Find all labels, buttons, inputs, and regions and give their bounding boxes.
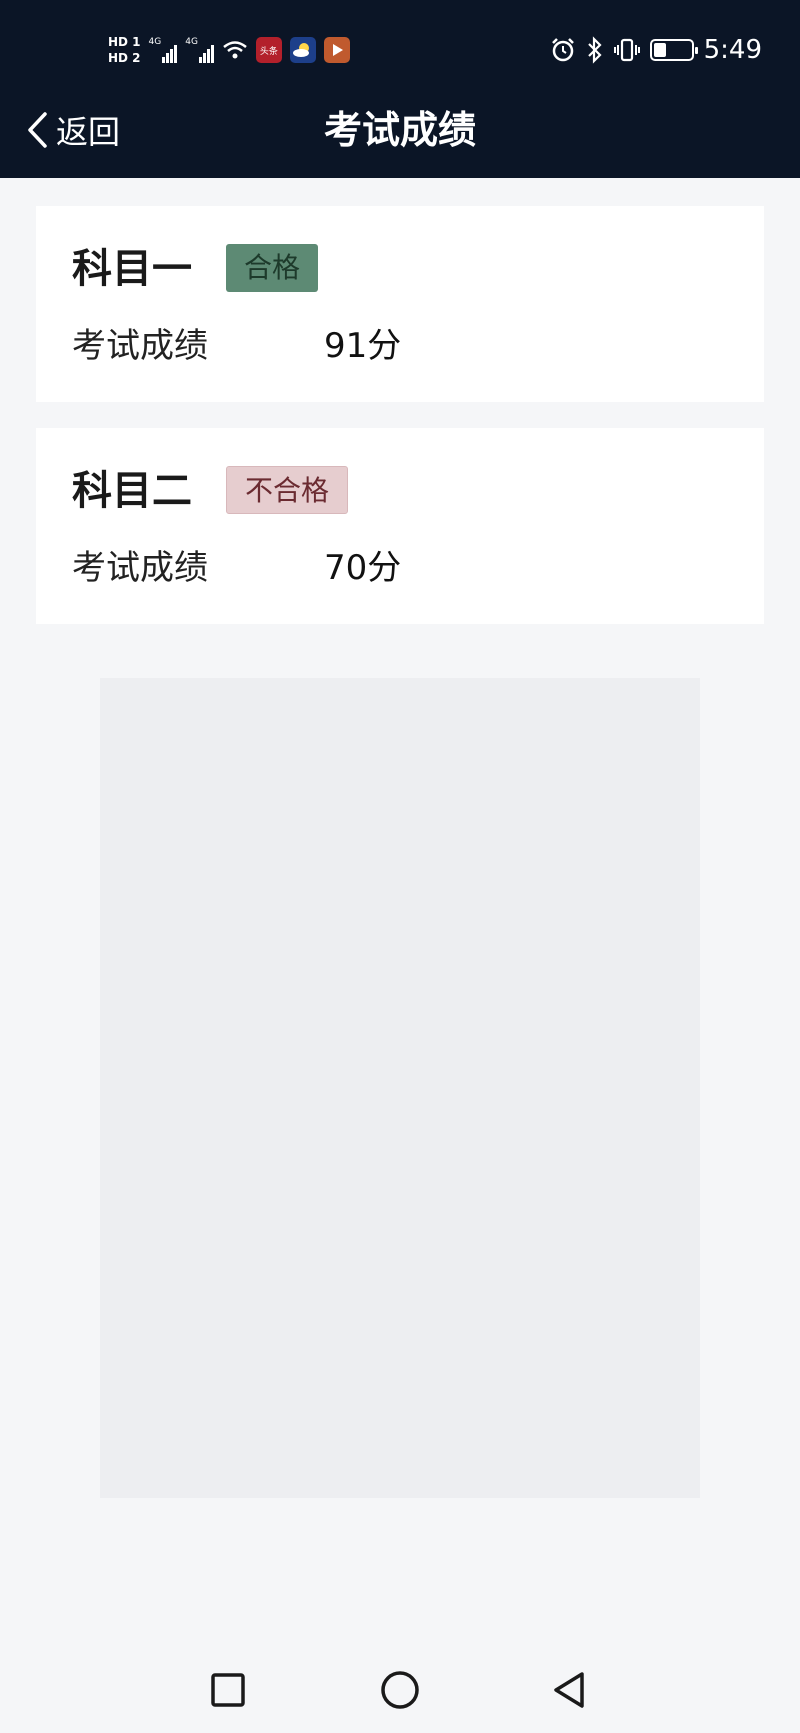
fail-badge: 不合格 — [226, 466, 349, 514]
hd-2-label: HD 2 — [108, 51, 141, 65]
hd-1-label: HD 1 — [108, 35, 141, 49]
signal-2-label: 4G — [185, 37, 198, 47]
page-title: 考试成绩 — [323, 108, 476, 152]
result-card: 科目二 不合格 考试成绩 70分 — [36, 428, 764, 624]
square-icon[interactable] — [204, 1666, 252, 1714]
vibrate-icon — [613, 38, 640, 62]
score-label: 考试成绩 — [72, 326, 208, 366]
nav-bar: 返回 考试成绩 — [0, 92, 800, 168]
background-watermark — [100, 678, 700, 1498]
video-app-icon — [323, 37, 350, 63]
subject-title: 科目一 — [72, 246, 192, 292]
battery-fill — [653, 43, 667, 57]
signal-1-label: 4G — [148, 37, 162, 47]
hd-indicator: HD 1 HD 2 — [108, 35, 141, 65]
signal-1-icon: 4G — [149, 37, 178, 63]
toutiao-app-label: 头条 — [259, 46, 278, 57]
status-bar: HD 1 HD 2 4G 4G 头条 5:49 — [0, 28, 800, 72]
result-card: 科目一 合格 考试成绩 91分 — [36, 206, 764, 402]
toutiao-app-icon: 头条 — [255, 37, 282, 63]
alarm-icon — [551, 38, 574, 62]
score-value: 91分 — [324, 326, 402, 366]
triangle-back-icon[interactable] — [546, 1666, 594, 1714]
bluetooth-icon — [587, 36, 602, 64]
system-navigation-bar — [0, 1648, 800, 1733]
app-header: HD 1 HD 2 4G 4G 头条 5:49 返回 考试成绩 — [0, 0, 800, 178]
signal-2-icon: 4G — [185, 37, 214, 63]
score-label: 考试成绩 — [72, 548, 208, 588]
score-value: 70分 — [324, 548, 402, 588]
pass-badge: 合格 — [226, 244, 319, 292]
weather-app-icon — [289, 37, 316, 63]
status-bar-left: HD 1 HD 2 4G 4G 头条 — [108, 28, 350, 72]
battery-icon — [649, 39, 698, 61]
results-content: 科目一 合格 考试成绩 91分 科目二 不合格 考试成绩 70分 — [0, 178, 800, 1648]
status-time: 5:49 — [703, 35, 762, 65]
subject-title: 科目二 — [72, 468, 192, 514]
circle-icon[interactable] — [376, 1666, 424, 1714]
wifi-icon — [223, 41, 247, 59]
status-bar-right: 5:49 — [550, 28, 762, 72]
